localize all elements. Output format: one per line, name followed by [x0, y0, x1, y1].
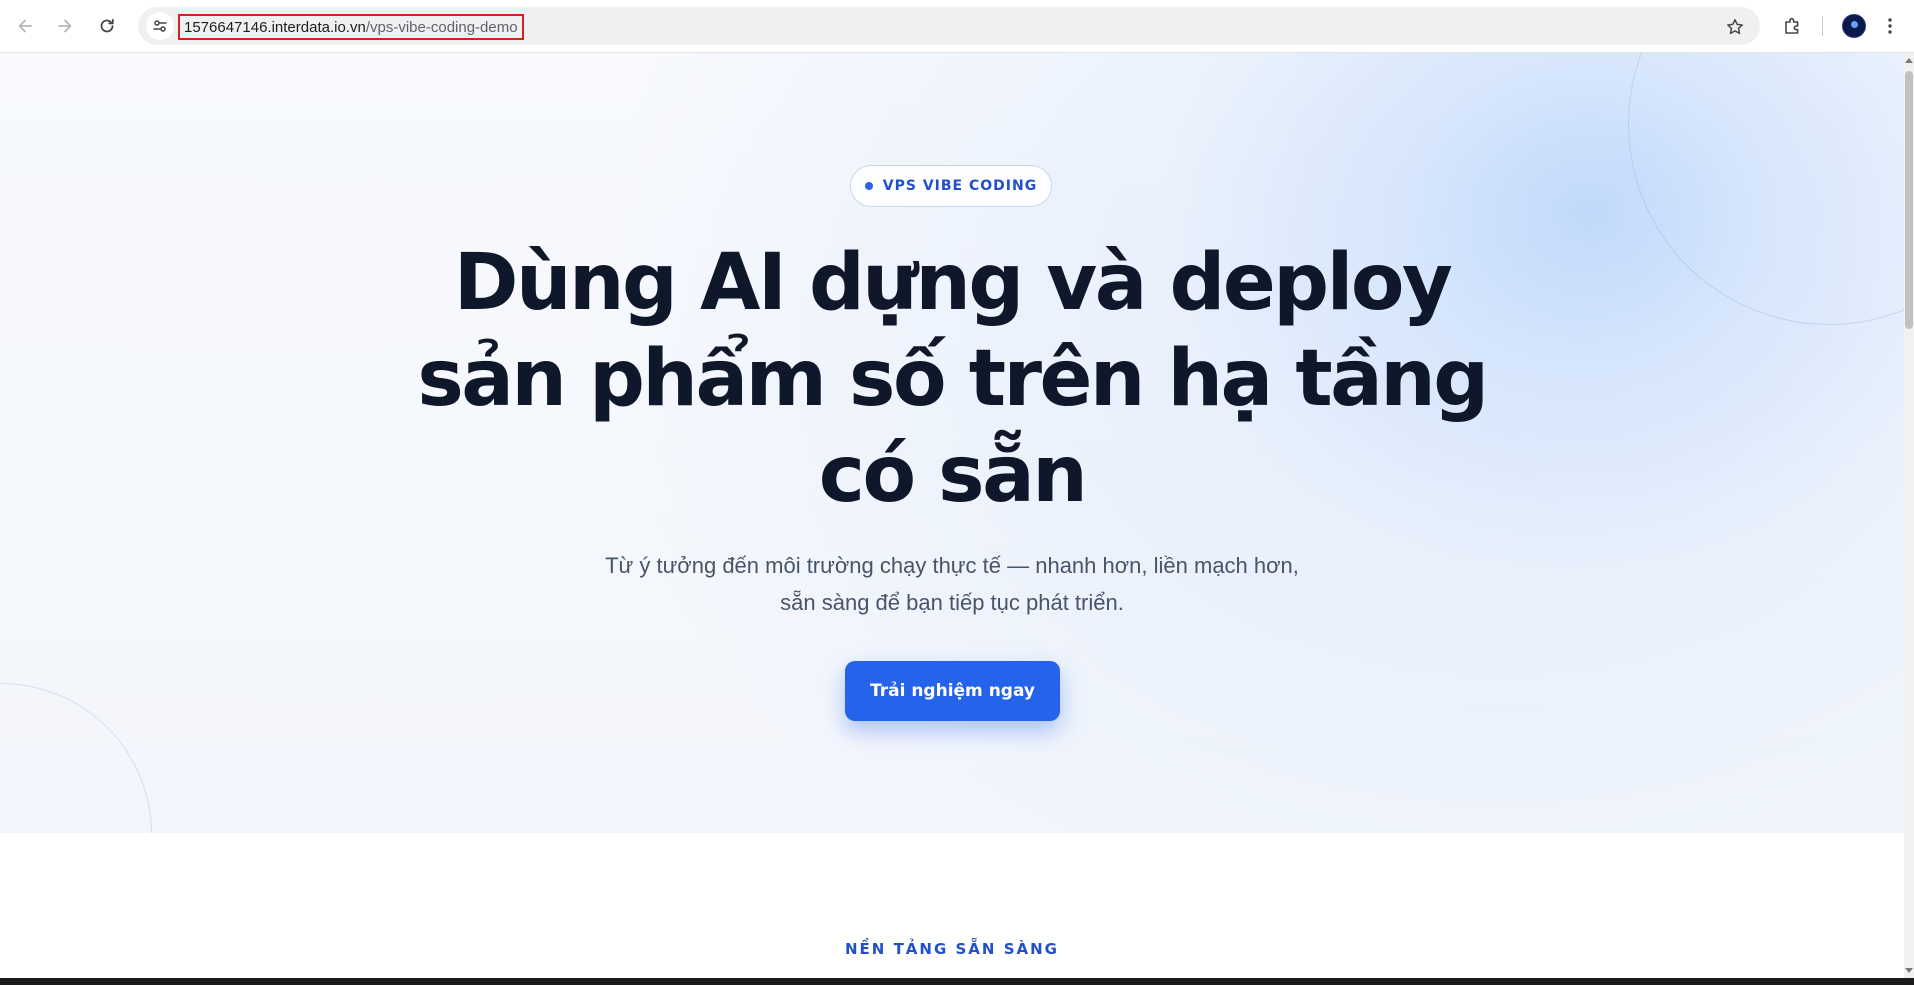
reload-icon: [100, 18, 114, 33]
hero-subtitle-line-2: sẵn sàng để bạn tiếp tục phát triển.: [780, 590, 1124, 615]
badge-dot-icon: [864, 182, 873, 190]
hero-title-line-2: sản phẩm số trên hạ tầng: [417, 334, 1489, 424]
window-bottom-edge: [0, 978, 1914, 985]
site-info-button[interactable]: [146, 12, 174, 40]
hero-title-line-3: có sẵn: [818, 430, 1088, 520]
address-bar[interactable]: 1576647146.interdata.io.vn/vps-vibe-codi…: [138, 7, 1760, 45]
kebab-menu-icon: [1888, 18, 1892, 34]
url-host: 1576647146.interdata.io.vn: [184, 18, 366, 36]
hero-title-line-1: Dùng AI dựng và deploy: [453, 238, 1453, 328]
try-now-button[interactable]: Trải nghiệm ngay: [845, 661, 1060, 721]
arrow-left-icon: [18, 19, 32, 33]
avatar[interactable]: [1842, 14, 1866, 38]
hero-title: Dùng AI dựng và deploy sản phẩm số trên …: [352, 235, 1552, 523]
reload-button[interactable]: [92, 11, 122, 41]
arrow-right-icon: [58, 19, 72, 33]
bookmark-button[interactable]: [1724, 16, 1746, 38]
back-button[interactable]: [10, 11, 40, 41]
scroll-up-arrow-icon[interactable]: [1905, 58, 1913, 63]
toolbar-divider: [1822, 16, 1823, 36]
section-label-platform: NỀN TẢNG SẴN SÀNG: [845, 940, 1059, 958]
hero-subtitle-line-1: Từ ý tưởng đến môi trường chạy thực tế —…: [605, 553, 1299, 578]
page-viewport: VPS VIBE CODING Dùng AI dựng và deploy s…: [0, 53, 1904, 978]
decorative-circle-left: [0, 683, 152, 833]
forward-button[interactable]: [50, 11, 80, 41]
scrollbar-thumb[interactable]: [1905, 71, 1913, 329]
page-scrollbar[interactable]: [1904, 53, 1914, 978]
puzzle-icon: [1785, 17, 1799, 34]
url-path: /vps-vibe-coding-demo: [365, 18, 518, 36]
hero-section: VPS VIBE CODING Dùng AI dựng và deploy s…: [0, 53, 1904, 833]
hero-badge: VPS VIBE CODING: [850, 165, 1052, 207]
hero-subtitle: Từ ý tưởng đến môi trường chạy thực tế —…: [552, 547, 1352, 621]
star-icon: [1727, 19, 1743, 35]
badge-label: VPS VIBE CODING: [882, 178, 1038, 194]
url-text[interactable]: 1576647146.interdata.io.vn/vps-vibe-codi…: [178, 14, 524, 40]
tune-icon: [153, 20, 167, 32]
menu-button[interactable]: [1880, 13, 1900, 39]
decorative-circle-right: [1628, 53, 1904, 325]
extensions-button[interactable]: [1778, 11, 1808, 41]
browser-toolbar: 1576647146.interdata.io.vn/vps-vibe-codi…: [0, 0, 1914, 53]
scroll-down-arrow-icon[interactable]: [1905, 968, 1913, 973]
